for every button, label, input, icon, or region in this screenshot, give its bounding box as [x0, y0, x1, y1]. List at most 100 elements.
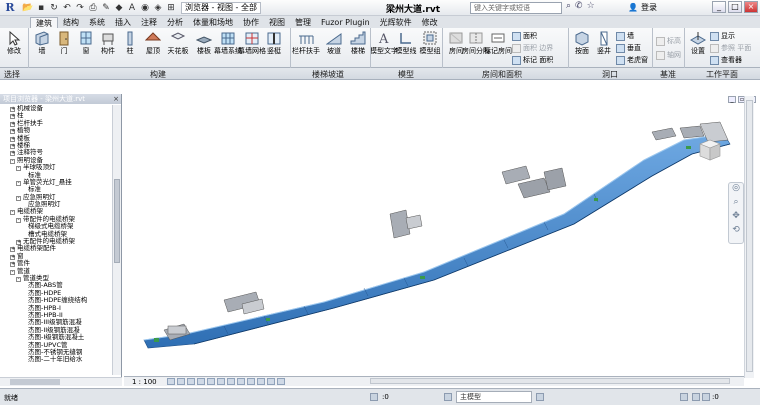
visual-style-icon[interactable] — [176, 378, 185, 385]
section-icon[interactable]: ◈ — [152, 3, 164, 13]
area-boundary-button[interactable]: 面积 边界 — [512, 43, 553, 53]
expand-icon[interactable]: + — [10, 254, 15, 260]
panel-select-label[interactable]: 选择 — [4, 69, 20, 80]
browser-vertical-scrollbar[interactable] — [112, 105, 121, 375]
collapse-icon[interactable]: - — [16, 195, 21, 201]
collapse-icon[interactable]: - — [10, 210, 15, 216]
scroll-thumb[interactable] — [746, 100, 753, 372]
tab-annotate[interactable]: 注释 — [136, 17, 162, 28]
analytical-model-icon[interactable] — [276, 378, 285, 385]
collapse-icon[interactable]: - — [16, 166, 21, 172]
view3d-icon[interactable]: ◉ — [139, 3, 151, 13]
expand-icon[interactable]: + — [10, 143, 15, 149]
reveal-hidden-icon[interactable] — [256, 378, 265, 385]
curtain-grid-button[interactable]: 幕墙网格 — [238, 30, 266, 55]
scroll-thumb[interactable] — [370, 378, 730, 384]
undo-icon[interactable]: ↶ — [61, 3, 73, 13]
tab-collaborate[interactable]: 协作 — [238, 17, 264, 28]
save-icon[interactable]: ▪ — [35, 3, 47, 13]
railing-button[interactable]: 栏杆扶手 — [292, 30, 320, 55]
collapse-icon[interactable]: - — [16, 217, 21, 223]
tab-architecture[interactable]: 建筑 — [30, 17, 58, 28]
room-separator-button[interactable]: 房间分隔 — [462, 30, 490, 55]
view-minimize-button[interactable]: _ — [728, 96, 736, 103]
view-vertical-scrollbar[interactable] — [744, 96, 754, 378]
tab-insert[interactable]: 插入 — [110, 17, 136, 28]
sun-path-icon[interactable] — [186, 378, 195, 385]
tree-node[interactable]: - 半球吸顶灯 — [0, 163, 112, 172]
worksharing-icon[interactable] — [266, 378, 275, 385]
roof-button[interactable]: 屋顶 — [143, 30, 163, 55]
collapse-icon[interactable]: - — [16, 180, 21, 186]
steering-wheel-icon[interactable]: ◎ — [729, 183, 743, 197]
tunnel-model[interactable] — [124, 94, 760, 376]
worksets-icon[interactable] — [370, 393, 378, 401]
expand-icon[interactable]: + — [10, 129, 15, 135]
tab-systems[interactable]: 系统 — [84, 17, 110, 28]
scroll-thumb[interactable] — [10, 379, 60, 385]
open-icon[interactable]: 📂 — [22, 3, 34, 13]
wall-opening-button[interactable]: 墙 — [616, 31, 634, 41]
help-search-input[interactable]: 键入关键字或短语 — [470, 2, 562, 14]
binoculars-icon[interactable]: ⌕ — [566, 1, 571, 11]
tree-node[interactable]: - 管道 — [0, 267, 112, 275]
component-button[interactable]: 构件 — [98, 30, 118, 55]
dormer-button[interactable]: 老虎窗 — [616, 55, 648, 65]
tab-manage[interactable]: 管理 — [290, 17, 316, 28]
model-group-button[interactable]: 模型组 — [420, 30, 441, 55]
zoom-icon[interactable]: ⌕ — [729, 197, 743, 211]
close-views-icon[interactable]: ⊞ — [165, 3, 177, 13]
tab-guanghui[interactable]: 光辉软件 — [375, 17, 417, 28]
ceiling-button[interactable]: 天花板 — [168, 30, 189, 55]
expand-icon[interactable]: + — [10, 247, 15, 253]
tree-node[interactable]: - 单管荧光灯_悬挂 — [0, 178, 112, 186]
orbit-icon[interactable]: ⟲ — [729, 225, 743, 239]
panel-room-area-label[interactable]: 房间和面积 — [482, 69, 522, 80]
view-scale[interactable]: 1 : 100 — [132, 378, 157, 386]
hide-isolate-icon[interactable] — [246, 378, 255, 385]
shadows-icon[interactable] — [196, 378, 205, 385]
browser-horizontal-scrollbar[interactable] — [0, 377, 122, 386]
favorites-icon[interactable]: ☆ — [587, 1, 595, 11]
collapse-icon[interactable]: - — [16, 276, 21, 282]
view-switch-combo[interactable]: 浏览器 - 视图 - 全部 — [181, 1, 261, 14]
collapse-icon[interactable]: - — [10, 158, 15, 164]
tag-room-button[interactable]: 标记房间 — [484, 30, 512, 55]
mullion-button[interactable]: 竖梃 — [264, 30, 284, 55]
tab-structure[interactable]: 结构 — [58, 17, 84, 28]
collapse-icon[interactable]: - — [10, 269, 15, 275]
filter-icon[interactable] — [702, 393, 710, 401]
expand-icon[interactable]: + — [10, 151, 15, 157]
ref-plane-button[interactable]: 参照 平面 — [710, 43, 751, 53]
tree-node[interactable]: 标准 — [0, 186, 112, 193]
minimize-button[interactable]: _ — [712, 1, 726, 13]
tab-massing[interactable]: 体量和场地 — [188, 17, 238, 28]
vertical-opening-button[interactable]: 垂直 — [616, 43, 641, 53]
show-workplane-button[interactable]: 显示 — [710, 31, 735, 41]
pan-icon[interactable]: ✥ — [729, 211, 743, 225]
detail-level-icon[interactable] — [166, 378, 175, 385]
door-button[interactable]: 门 — [54, 30, 74, 55]
tab-fuzor[interactable]: Fuzor Plugin — [316, 17, 375, 28]
tab-modify[interactable]: 修改 — [417, 17, 443, 28]
floor-button[interactable]: 楼板 — [194, 30, 214, 55]
sync-icon[interactable]: ↻ — [48, 3, 60, 13]
tag-area-button[interactable]: 标记 面积 — [512, 55, 553, 65]
3d-view-canvas[interactable]: _ ▫ × — [124, 94, 760, 376]
window-button[interactable]: 窗 — [76, 30, 96, 55]
viewer-button[interactable]: 查看器 — [710, 55, 742, 65]
design-option-combo[interactable]: 主模型 — [456, 391, 532, 403]
grid-button[interactable]: 轴网 — [656, 50, 681, 60]
area-button[interactable]: 面积 — [512, 31, 537, 41]
login-area[interactable]: 👤 登录 — [628, 2, 657, 13]
curtain-system-button[interactable]: 幕墙系统 — [214, 30, 242, 55]
tree-node[interactable]: 杰图-二十年旧给水 — [0, 356, 112, 363]
expand-icon[interactable]: + — [10, 107, 15, 112]
select-links-icon[interactable] — [680, 393, 688, 401]
text-icon[interactable]: A — [126, 3, 138, 13]
redo-icon[interactable]: ↷ — [74, 3, 86, 13]
show-crop-icon[interactable] — [226, 378, 235, 385]
close-icon[interactable]: × — [113, 94, 119, 104]
render-icon[interactable] — [206, 378, 215, 385]
annotate-icon[interactable]: ◆ — [113, 3, 125, 13]
